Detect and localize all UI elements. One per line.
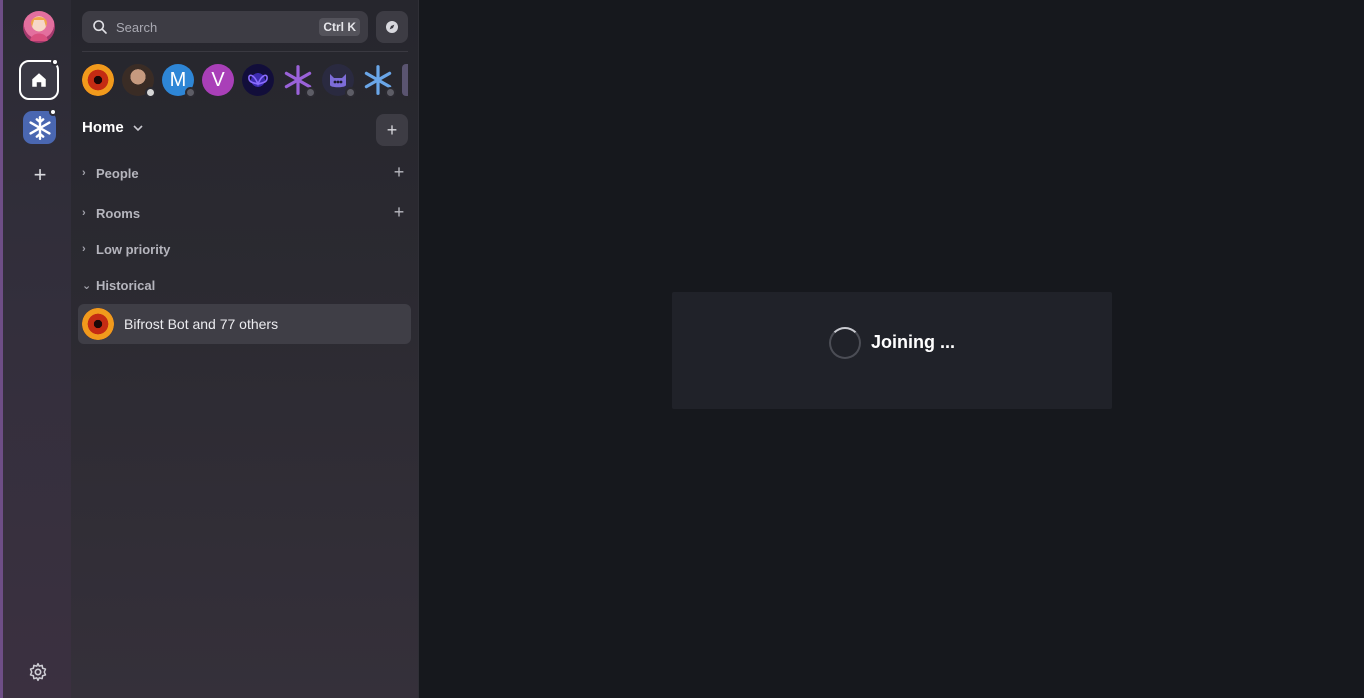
home-add-button[interactable]: + <box>376 114 408 146</box>
recent-room-avatar[interactable] <box>322 64 356 98</box>
butterfly-icon <box>248 74 268 87</box>
home-button[interactable] <box>19 58 59 100</box>
search-input[interactable]: Search Ctrl K <box>82 11 368 43</box>
recent-room-avatar[interactable] <box>362 64 396 98</box>
chevron-right-icon: › <box>82 207 86 219</box>
room-avatar <box>82 308 114 340</box>
add-person-button[interactable]: + <box>391 163 407 181</box>
cat-icon <box>330 74 346 88</box>
section-low-priority[interactable]: › Low priority <box>82 239 170 259</box>
space-button[interactable] <box>23 108 57 144</box>
main-content: Joining ... <box>419 0 1364 698</box>
avatar-letter: M <box>169 68 187 91</box>
explore-button[interactable] <box>376 11 408 43</box>
recent-room-avatar[interactable] <box>242 64 274 96</box>
section-rooms[interactable]: › Rooms <box>82 203 140 223</box>
home-header[interactable]: Home <box>82 119 144 136</box>
plus-icon[interactable]: + <box>29 164 51 186</box>
room-list-item[interactable]: Bifrost Bot and 77 others <box>78 304 411 344</box>
recent-room-avatar[interactable]: V <box>202 64 234 96</box>
section-label: Rooms <box>96 205 141 221</box>
chevron-down-icon <box>133 124 143 131</box>
app-window: + Search Ctrl K M V Home + › People + › … <box>0 0 1364 698</box>
user-avatar-image <box>30 17 48 41</box>
section-label: Historical <box>96 277 156 293</box>
chevron-right-icon: › <box>82 167 86 179</box>
section-label: Low priority <box>96 241 171 257</box>
presence-badge <box>345 87 356 98</box>
loading-spinner-icon <box>829 326 861 359</box>
search-placeholder: Search <box>116 19 158 35</box>
chevron-right-icon: › <box>82 243 86 255</box>
sidebar-divider <box>82 51 408 52</box>
add-room-button[interactable]: + <box>391 203 407 221</box>
home-title: Home <box>82 119 124 136</box>
joining-status: Joining ... <box>871 332 955 352</box>
user-avatar[interactable] <box>23 11 55 43</box>
unread-dot <box>49 108 57 116</box>
avatar-letter: V <box>211 68 225 91</box>
joining-card: Joining ... <box>672 292 1112 409</box>
recent-room-avatar[interactable] <box>282 64 316 98</box>
space-rail: + <box>0 0 71 698</box>
compass-icon <box>386 21 398 33</box>
room-name: Bifrost Bot and 77 others <box>124 316 279 332</box>
recent-room-avatar[interactable] <box>82 64 114 96</box>
unread-dot <box>51 58 59 66</box>
section-label: People <box>96 165 139 181</box>
presence-badge <box>145 87 156 98</box>
presence-badge <box>185 87 196 98</box>
room-sidebar: Search Ctrl K M V Home + › People + › Ro… <box>71 0 419 698</box>
presence-badge <box>305 87 316 98</box>
chevron-down-icon: ⌄ <box>82 279 92 292</box>
gear-icon[interactable] <box>28 662 50 684</box>
home-icon <box>32 73 46 87</box>
presence-badge <box>385 87 396 98</box>
recent-room-avatar[interactable]: M <box>162 64 196 98</box>
section-historical[interactable]: ⌄ Historical <box>82 275 155 295</box>
settings-gear-graphic <box>29 662 47 682</box>
recent-room-avatar-partial[interactable] <box>402 64 408 96</box>
search-icon <box>93 20 107 34</box>
snowflake-icon <box>28 115 51 140</box>
recent-room-avatar[interactable] <box>122 64 156 98</box>
recent-rooms-strip: M V <box>82 62 408 98</box>
search-shortcut-hint: Ctrl K <box>319 18 360 36</box>
section-people[interactable]: › People <box>82 163 139 183</box>
